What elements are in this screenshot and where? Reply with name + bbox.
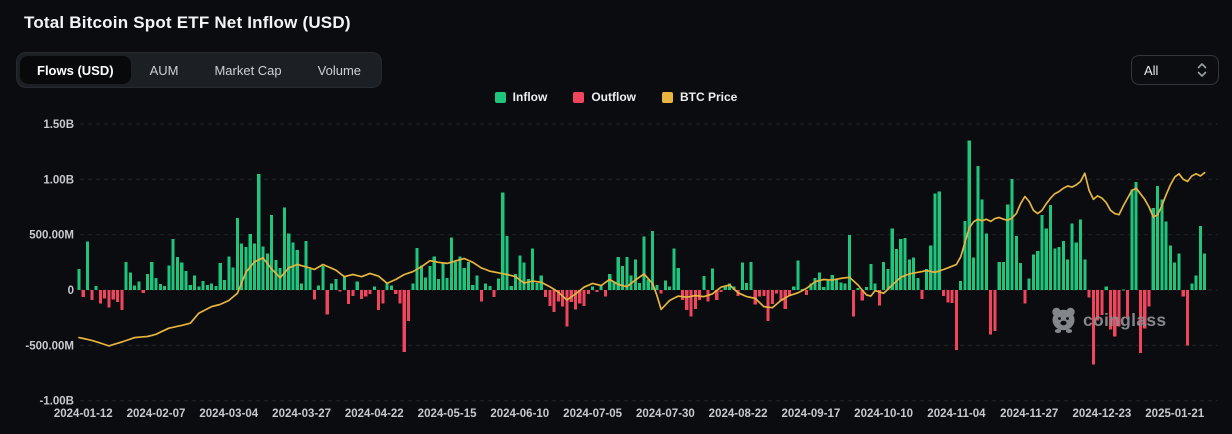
etf-net-inflow-chart[interactable]: 1.50B 1.00B 500.00M 0 -500.00M -1.00B2024-01-… — [0, 0, 1232, 434]
svg-text:2024-06-10: 2024-06-10 — [490, 408, 549, 420]
svg-text:2024-07-30: 2024-07-30 — [636, 408, 695, 420]
svg-text:2024-04-22: 2024-04-22 — [345, 408, 404, 420]
svg-text:2024-10-10: 2024-10-10 — [854, 408, 913, 420]
svg-text:2024-09-17: 2024-09-17 — [781, 408, 840, 420]
svg-text:2024-05-15: 2024-05-15 — [418, 408, 477, 420]
svg-text:2024-08-22: 2024-08-22 — [709, 408, 768, 420]
svg-text:-500.00M: -500.00M — [25, 340, 74, 352]
svg-text:1.00B: 1.00B — [43, 174, 74, 186]
svg-text:2024-12-23: 2024-12-23 — [1072, 408, 1131, 420]
svg-text:2024-11-27: 2024-11-27 — [1000, 408, 1058, 420]
svg-text:-1.00B: -1.00B — [39, 396, 74, 408]
svg-text:2024-01-12: 2024-01-12 — [54, 408, 113, 420]
svg-text:0: 0 — [68, 285, 74, 297]
svg-text:2025-01-21: 2025-01-21 — [1145, 408, 1204, 420]
svg-text:2024-03-27: 2024-03-27 — [272, 408, 331, 420]
svg-text:500.00M: 500.00M — [29, 230, 74, 242]
svg-text:1.50B: 1.50B — [43, 119, 74, 131]
svg-text:2024-02-07: 2024-02-07 — [127, 408, 186, 420]
svg-text:2024-07-05: 2024-07-05 — [563, 408, 622, 420]
svg-text:2024-03-04: 2024-03-04 — [199, 408, 258, 420]
svg-text:2024-11-04: 2024-11-04 — [927, 408, 986, 420]
